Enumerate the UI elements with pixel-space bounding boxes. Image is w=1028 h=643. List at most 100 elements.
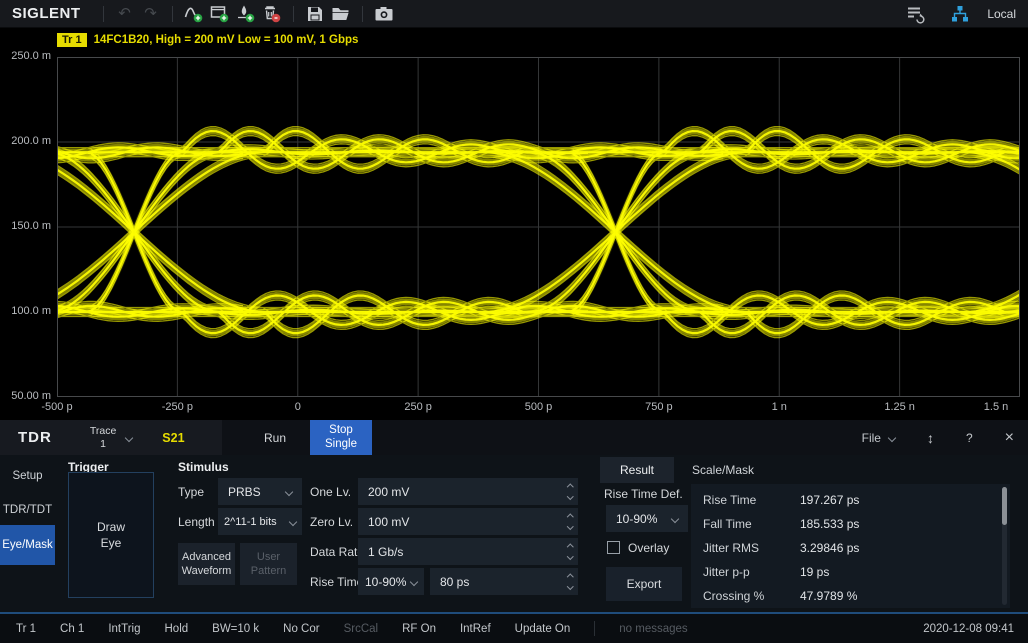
status-indicator: Hold: [165, 623, 189, 635]
user-pattern-button[interactable]: User Pattern: [240, 543, 297, 585]
tdr-bar-spacer: [372, 420, 862, 455]
top-toolbar: SIGLENT ↶ ↷: [0, 0, 1028, 28]
camera-icon: [374, 5, 394, 23]
redo-icon: ↷: [144, 6, 157, 21]
results-rows: Rise Time197.267 psFall Time185.533 ps Ji…: [691, 484, 1010, 608]
x-axis-tick-label: 1 n: [751, 401, 807, 413]
result-rise-def-dropdown[interactable]: 10-90%: [606, 505, 688, 532]
trace-selector-line2: 1: [90, 438, 116, 450]
chevron-down-icon: [671, 514, 679, 522]
rise-time-field[interactable]: 80 ps: [430, 568, 578, 595]
one-level-field[interactable]: 200 mV: [358, 478, 578, 505]
trace-badge[interactable]: Tr 1: [57, 33, 87, 47]
tab-scale-mask[interactable]: Scale/Mask: [682, 457, 764, 483]
status-indicator: No Cor: [283, 623, 319, 635]
sidebar-item-eye-mask[interactable]: Eye/Mask: [0, 525, 55, 565]
open-folder-icon: [331, 5, 351, 23]
results-table: Rise Time197.267 psFall Time185.533 ps Ji…: [691, 484, 1010, 608]
rise-time-def-dropdown[interactable]: 10-90%: [358, 568, 424, 595]
app-window: SIGLENT ↶ ↷: [0, 0, 1028, 643]
add-trace-button[interactable]: [181, 2, 207, 26]
data-rate-label: Data Rate: [310, 538, 364, 565]
eye-diagram-svg: [57, 57, 1020, 397]
x-axis-tick-label: 750 p: [631, 401, 687, 413]
status-message: no messages: [619, 623, 687, 635]
result-row-value: 19 ps: [800, 565, 829, 579]
status-indicator: IntRef: [460, 623, 491, 635]
tdr-control-bar: TDR Trace 1 S21 Run Stop Single File ↕: [0, 420, 1028, 455]
file-menu-button[interactable]: File: [862, 431, 895, 445]
tab-result[interactable]: Result: [600, 457, 674, 483]
draw-eye-line1: Draw: [97, 519, 125, 535]
save-button[interactable]: [302, 2, 328, 26]
add-window-button[interactable]: [207, 2, 233, 26]
rise-time-value: 80 ps: [440, 575, 469, 589]
sidebar-item-setup[interactable]: Setup: [0, 463, 55, 489]
result-row-value: 3.29846 ps: [800, 541, 859, 555]
status-divider: [594, 621, 595, 636]
type-label: Type: [178, 478, 204, 505]
status-indicator: SrcCal: [344, 623, 379, 635]
status-indicator: Ch 1: [60, 623, 84, 635]
sidebar-item-tdr-tdt[interactable]: TDR/TDT: [0, 497, 55, 523]
y-axis-tick-label: 250.0 m: [0, 50, 51, 62]
redo-button[interactable]: ↷: [138, 2, 164, 26]
results-scrollbar[interactable]: [1002, 487, 1007, 605]
local-remote-label[interactable]: Local: [987, 7, 1016, 21]
result-row-name: Jitter RMS: [703, 541, 759, 555]
advanced-waveform-button[interactable]: Advanced Waveform: [178, 543, 235, 585]
zero-level-label: Zero Lv.: [310, 508, 353, 535]
rise-time-stepper[interactable]: [568, 568, 573, 595]
zero-level-field[interactable]: 100 mV: [358, 508, 578, 535]
rise-time-def-label: Rise Time Def.: [604, 487, 683, 501]
file-menu-label: File: [862, 431, 881, 445]
draw-eye-line2: Eye: [97, 535, 125, 551]
open-file-button[interactable]: [328, 2, 354, 26]
result-row-value: 197.267 ps: [800, 493, 859, 507]
help-button[interactable]: ?: [966, 431, 973, 445]
trace-selector-line1: Trace: [90, 425, 116, 437]
zero-level-stepper[interactable]: [568, 508, 573, 535]
stop-single-button[interactable]: Stop Single: [310, 420, 372, 455]
data-rate-value: 1 Gb/s: [368, 545, 403, 559]
overlay-checkbox[interactable]: [607, 541, 620, 554]
add-marker-button[interactable]: [233, 2, 259, 26]
one-level-label: One Lv.: [310, 478, 351, 505]
x-axis-tick-label: 500 p: [511, 401, 567, 413]
undo-icon: ↶: [118, 6, 131, 21]
stimulus-group-title: Stimulus: [178, 460, 229, 474]
export-button[interactable]: Export: [606, 567, 682, 601]
result-row: Fall Time185.533 ps: [691, 512, 1010, 536]
screenshot-button[interactable]: [371, 2, 397, 26]
toolbar-separator: [172, 6, 173, 22]
result-row: Jitter p-p19 ps: [691, 560, 1010, 584]
draw-eye-button[interactable]: Draw Eye: [68, 472, 154, 598]
toolbar-separator: [362, 6, 363, 22]
result-row: Rise Time197.267 ps: [691, 488, 1010, 512]
delete-icon: [262, 4, 282, 23]
length-dropdown[interactable]: 2^11-1 bits: [218, 508, 302, 535]
delete-trace-button[interactable]: [259, 2, 285, 26]
eye-diagram-canvas[interactable]: [57, 57, 1020, 397]
data-rate-field[interactable]: 1 Gb/s: [358, 538, 578, 565]
type-dropdown[interactable]: PRBS: [218, 478, 302, 505]
resize-panel-button[interactable]: ↕: [927, 430, 934, 446]
y-axis-tick-label: 200.0 m: [0, 135, 51, 147]
datetime-label: 2020-12-08 09:41: [923, 623, 1014, 635]
undo-button[interactable]: ↶: [112, 2, 138, 26]
close-panel-button[interactable]: ×: [1005, 429, 1014, 447]
advanced-waveform-line1: Advanced: [182, 550, 231, 564]
system-status-button[interactable]: [903, 2, 929, 26]
trace-info[interactable]: Tr 1 14FC1B20, High = 200 mV Low = 100 m…: [57, 33, 358, 47]
network-button[interactable]: [947, 2, 973, 26]
results-scrollbar-thumb[interactable]: [1002, 487, 1007, 525]
trace-selector[interactable]: Trace 1: [90, 425, 132, 449]
one-level-stepper[interactable]: [568, 478, 573, 505]
run-button[interactable]: Run: [244, 420, 306, 455]
trace-parameter-label: S21: [162, 431, 184, 445]
data-rate-stepper[interactable]: [568, 538, 573, 565]
rise-time-def-value: 10-90%: [365, 575, 406, 589]
length-value: 2^11-1 bits: [224, 516, 277, 528]
x-axis-tick-label: 1.25 n: [872, 401, 928, 413]
close-icon: ×: [1005, 429, 1014, 447]
